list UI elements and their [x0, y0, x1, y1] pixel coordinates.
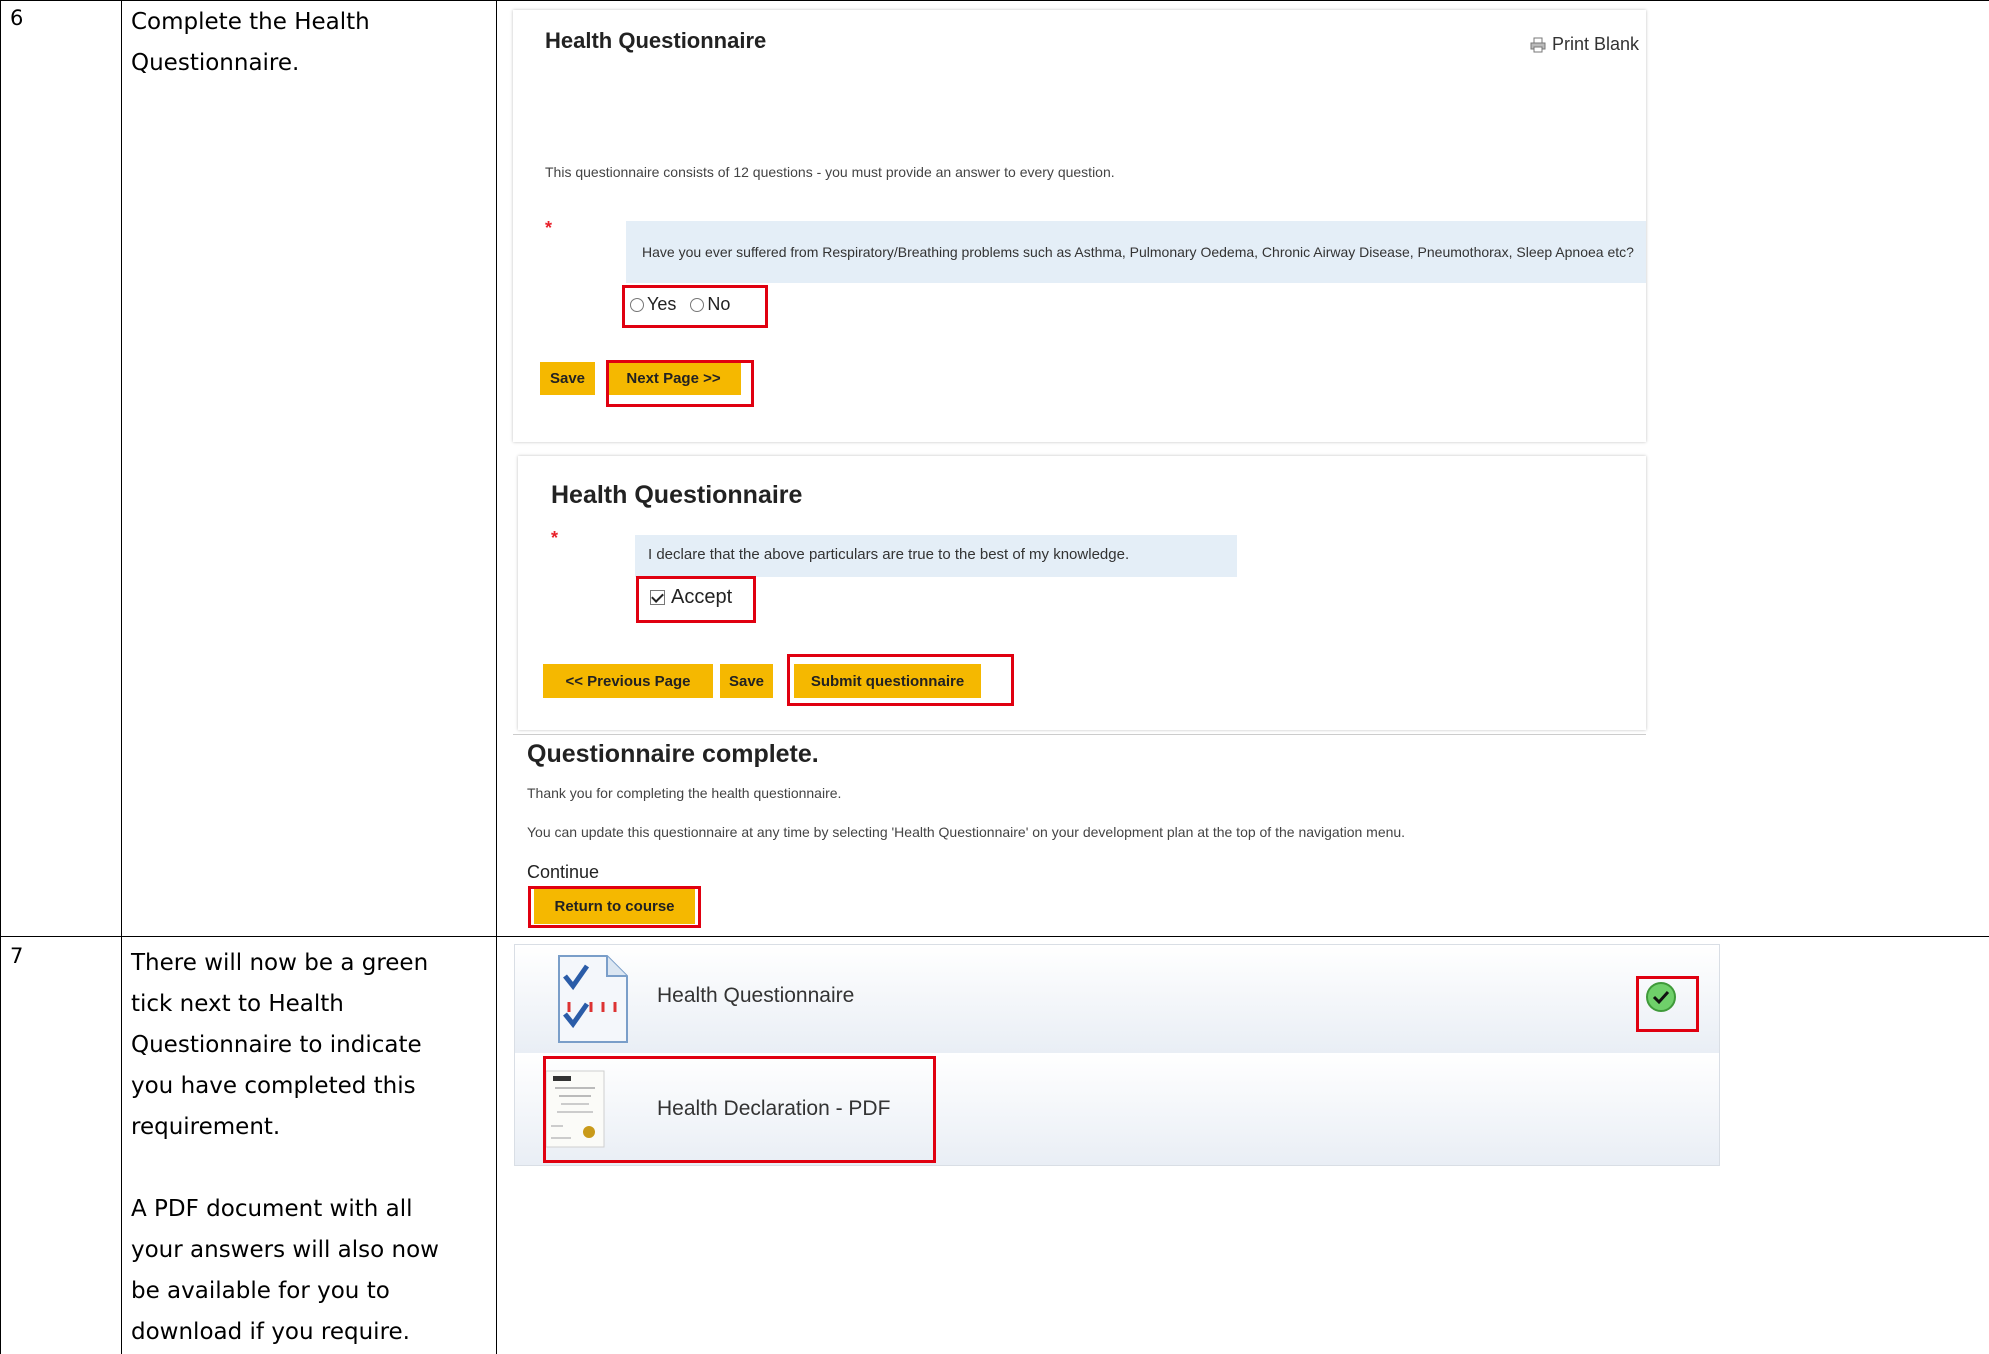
highlight-next-page [606, 360, 754, 407]
printer-icon [1530, 37, 1546, 52]
highlight-pdf [543, 1056, 936, 1163]
completion-title: Questionnaire complete. [527, 740, 819, 768]
highlight-accept [636, 576, 756, 623]
completion-update-note: You can update this questionnaire at any… [527, 824, 1406, 840]
print-blank-label: Print Blank [1552, 34, 1640, 54]
print-blank-link[interactable]: Print Blank [1530, 34, 1639, 55]
save-button[interactable]: Save [720, 664, 773, 698]
continue-label: Continue [527, 862, 600, 882]
highlight-green-tick [1636, 976, 1699, 1032]
required-asterisk: * [545, 218, 553, 238]
highlight-answer [622, 285, 768, 328]
highlight-submit [787, 654, 1014, 706]
declaration-text: I declare that the above particulars are… [635, 535, 1237, 577]
page-title: Health Questionnaire [545, 28, 767, 53]
course-item-label: Health Questionnaire [657, 984, 855, 1007]
save-button[interactable]: Save [540, 362, 595, 395]
highlight-return [528, 886, 701, 928]
step-6-instruction: Complete the Health Questionnaire. [131, 9, 370, 76]
step-7-instruction: There will now be a green tick next to H… [131, 950, 439, 1345]
page-title: Health Questionnaire [551, 481, 803, 509]
questionnaire-intro: This questionnaire consists of 12 questi… [545, 164, 1115, 180]
step-number-7: 7 [10, 944, 24, 968]
questionnaire-icon [558, 955, 628, 1043]
course-item-health-questionnaire[interactable]: Health Questionnaire [515, 945, 1719, 1054]
completion-thanks: Thank you for completing the health ques… [527, 785, 842, 801]
previous-page-button[interactable]: << Previous Page [543, 664, 713, 698]
question-text: Have you ever suffered from Respiratory/… [626, 221, 1646, 283]
required-asterisk: * [551, 528, 559, 548]
step-number-6: 6 [10, 6, 24, 30]
